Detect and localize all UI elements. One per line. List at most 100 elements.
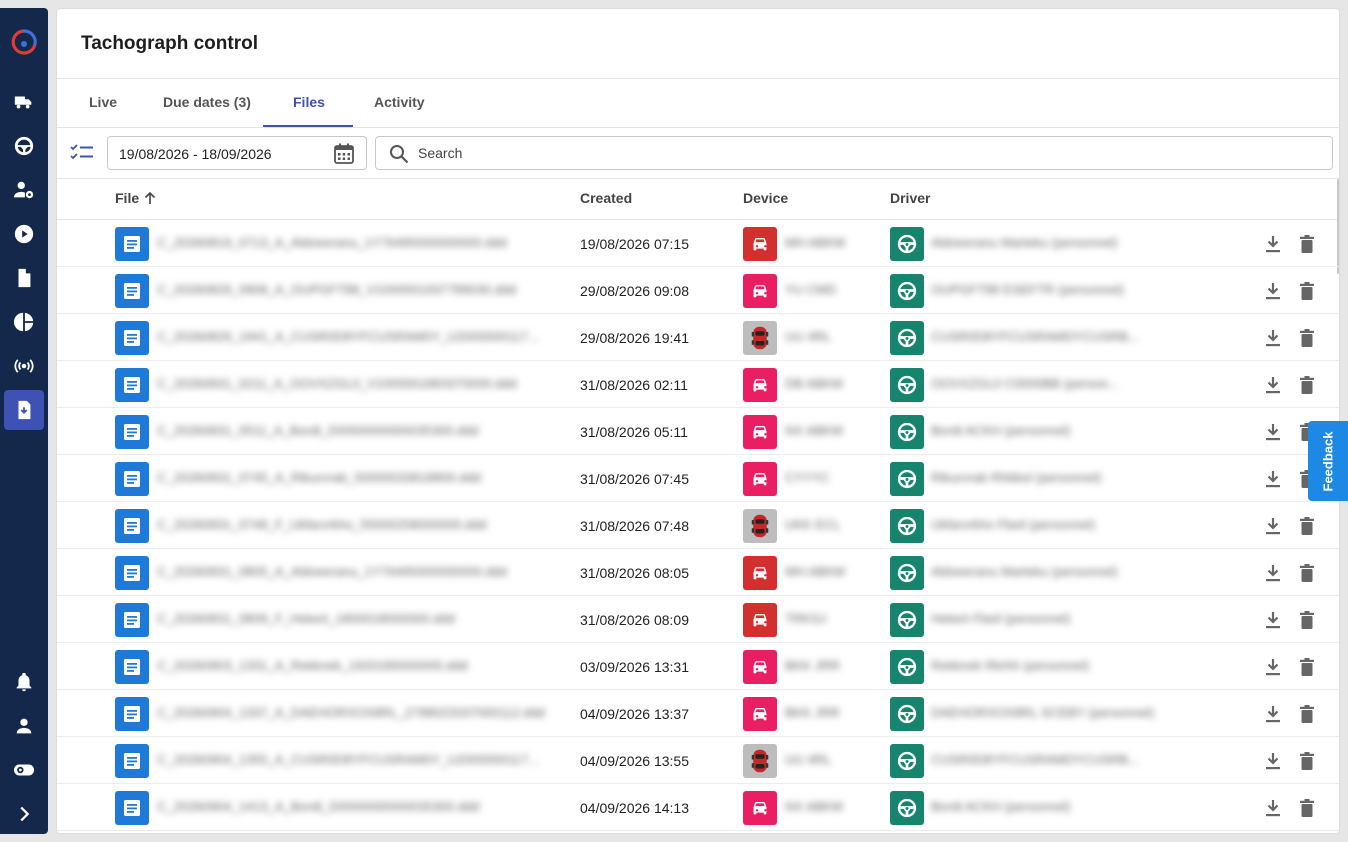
broadcast-icon[interactable] (4, 346, 44, 386)
driver-name[interactable]: Bordt ACKH (personnel) (931, 423, 1070, 438)
driver-name[interactable]: Rekknek Rkrhh (personnel) (931, 658, 1089, 673)
date-range-field[interactable]: 19/08/2026 - 18/09/2026 (107, 136, 367, 170)
user-icon[interactable] (4, 706, 44, 746)
column-header-driver[interactable]: Driver (890, 190, 930, 206)
device-name[interactable]: UKK ECL (785, 517, 841, 532)
file-name[interactable]: C_20260831_0211_A_OOVXZGL0_V100000188337… (157, 376, 517, 391)
device-name[interactable]: DB ABKM (785, 376, 843, 391)
download-icon[interactable] (1262, 374, 1284, 396)
device-name[interactable]: TRKSJ (785, 611, 826, 626)
download-icon[interactable] (1262, 750, 1284, 772)
device-name[interactable]: UU 4RL (785, 752, 831, 767)
delete-icon[interactable] (1296, 609, 1318, 631)
file-name[interactable]: C_20260831_0511_A_Bordt_D000000000003530… (157, 423, 478, 438)
download-icon[interactable] (1262, 421, 1284, 443)
device-name[interactable]: NX ABKM (785, 799, 843, 814)
fleet-icon[interactable] (4, 82, 44, 122)
device-name[interactable]: NX ABKM (785, 423, 843, 438)
settings-toggle-icon[interactable] (4, 750, 44, 790)
bell-icon[interactable] (4, 662, 44, 702)
driver-name[interactable]: DAEHORXOX8RL SCEBY (personnel) (931, 705, 1154, 720)
table-row[interactable]: C_20260831_0211_A_OOVXZGL0_V100000188337… (57, 361, 1339, 408)
device-name[interactable]: YU CMD (785, 282, 836, 297)
column-header-device[interactable]: Device (743, 190, 788, 206)
download-icon[interactable] (1262, 280, 1284, 302)
delete-icon[interactable] (1296, 562, 1318, 584)
table-row[interactable]: C_20260831_0809_F_Hekert_1800018000000.d… (57, 596, 1339, 643)
delete-icon[interactable] (1296, 233, 1318, 255)
device-name[interactable]: MH ABKM (785, 564, 845, 579)
tab-due-dates[interactable]: Due dates (3) (163, 94, 251, 110)
table-row[interactable]: C_20260904_1337_A_DAEHORXOX8RL_278802333… (57, 690, 1339, 737)
delete-icon[interactable] (1296, 327, 1318, 349)
file-name[interactable]: C_20260829_1941_A_CUSR0D8YFCUSRAM0Y_U200… (157, 329, 539, 344)
download-icon[interactable] (1262, 797, 1284, 819)
driver-name[interactable]: CUSR0D8YFCUSRAMDYCUSRB... (931, 329, 1139, 344)
file-name[interactable]: C_20260904_1337_A_DAEHORXOX8RL_278802333… (157, 705, 545, 720)
chevron-right-icon[interactable] (4, 794, 44, 834)
driver-name[interactable]: Ukfarvrkho Fbeil (personnel) (931, 517, 1095, 532)
file-name[interactable]: C_20260831_0805_A_Aldoeeranu_1Y764950000… (157, 564, 507, 579)
device-name[interactable]: MH ABKM (785, 235, 845, 250)
device-name[interactable]: CYYYC (785, 470, 830, 485)
driver-name[interactable]: CUSR0D8YFCUSRAMDYCUSRB... (931, 752, 1139, 767)
delete-icon[interactable] (1296, 656, 1318, 678)
tab-activity[interactable]: Activity (374, 94, 425, 110)
driver-settings-icon[interactable] (4, 170, 44, 210)
checklist-icon[interactable] (69, 142, 95, 164)
delete-icon[interactable] (1296, 797, 1318, 819)
table-row[interactable]: C_20260831_0805_A_Aldoeeranu_1Y764950000… (57, 549, 1339, 596)
app-logo[interactable] (4, 22, 44, 62)
search-input[interactable] (418, 143, 1298, 163)
download-icon[interactable] (1262, 233, 1284, 255)
file-name[interactable]: C_20260904_1355_A_CUSR0D8YFCUSRAM0Y_U200… (157, 752, 539, 767)
device-name[interactable]: UU 4RL (785, 329, 831, 344)
steering-wheel-icon[interactable] (4, 126, 44, 166)
delete-icon[interactable] (1296, 374, 1318, 396)
tab-files[interactable]: Files (293, 94, 325, 110)
driver-name[interactable]: Aldoeeranu Marteku (personnel) (931, 564, 1117, 579)
file-name[interactable]: C_20260904_1413_A_Bordt_D000000000003530… (157, 799, 479, 814)
tab-live[interactable]: Live (89, 94, 117, 110)
download-icon[interactable] (1262, 703, 1284, 725)
table-row[interactable]: C_20260904_1413_A_Bordt_D000000000003530… (57, 784, 1339, 831)
driver-name[interactable]: Rtkurvrab Rhbbol (personnel) (931, 470, 1102, 485)
delete-icon[interactable] (1296, 750, 1318, 772)
file-name[interactable]: C_20260831_0745_A_Rtkurvrab_500000338188… (157, 470, 481, 485)
file-name[interactable]: C_20260819_0713_A_Aldoeeranu_1Y764950000… (157, 235, 507, 250)
download-icon[interactable] (1262, 327, 1284, 349)
table-row[interactable]: C_20260829_1941_A_CUSR0D8YFCUSRAM0Y_U200… (57, 314, 1339, 361)
feedback-button[interactable]: Feedback (1308, 421, 1348, 501)
file-name[interactable]: C_20260831_0748_F_Ukfarvrkho_55000258000… (157, 517, 487, 532)
download-icon[interactable] (1262, 515, 1284, 537)
column-header-file[interactable]: File (115, 190, 157, 206)
column-header-created[interactable]: Created (580, 190, 632, 206)
delete-icon[interactable] (1296, 280, 1318, 302)
table-row[interactable]: C_20260829_0908_A_OUPGFT88_V100000193778… (57, 267, 1339, 314)
table-row[interactable]: C_20260903_1331_A_Rekknek_1920180000000.… (57, 643, 1339, 690)
driver-name[interactable]: Aldoeeranu Marteku (personnel) (931, 235, 1117, 250)
device-name[interactable]: BKK JRR (785, 658, 840, 673)
driver-name[interactable]: OUPGFT88 ESEFTR (personnel) (931, 282, 1124, 297)
calendar-icon[interactable] (334, 143, 354, 165)
table-row[interactable]: C_20260831_0748_F_Ukfarvrkho_55000258000… (57, 502, 1339, 549)
download-icon[interactable] (1262, 468, 1284, 490)
driver-name[interactable]: Hekert Fbeil (personnel) (931, 611, 1070, 626)
pie-chart-icon[interactable] (4, 302, 44, 342)
delete-icon[interactable] (1296, 703, 1318, 725)
table-row[interactable]: C_20260831_0745_A_Rtkurvrab_500000338188… (57, 455, 1339, 502)
file-name[interactable]: C_20260903_1331_A_Rekknek_1920180000000.… (157, 658, 468, 673)
table-row[interactable]: C_20260819_0713_A_Aldoeeranu_1Y764950000… (57, 220, 1339, 267)
download-icon[interactable] (1262, 609, 1284, 631)
play-circle-icon[interactable] (4, 214, 44, 254)
tachograph-download-icon[interactable] (4, 390, 44, 430)
document-icon[interactable] (4, 258, 44, 298)
file-name[interactable]: C_20260831_0809_F_Hekert_1800018000000.d… (157, 611, 455, 626)
download-icon[interactable] (1262, 562, 1284, 584)
table-row[interactable]: C_20260831_0511_A_Bordt_D000000000003530… (57, 408, 1339, 455)
download-icon[interactable] (1262, 656, 1284, 678)
driver-name[interactable]: Bordt ACKH (personnel) (931, 799, 1070, 814)
delete-icon[interactable] (1296, 515, 1318, 537)
table-row[interactable]: C_20260904_1355_A_CUSR0D8YFCUSRAM0Y_U200… (57, 737, 1339, 784)
search-field[interactable] (375, 136, 1333, 170)
